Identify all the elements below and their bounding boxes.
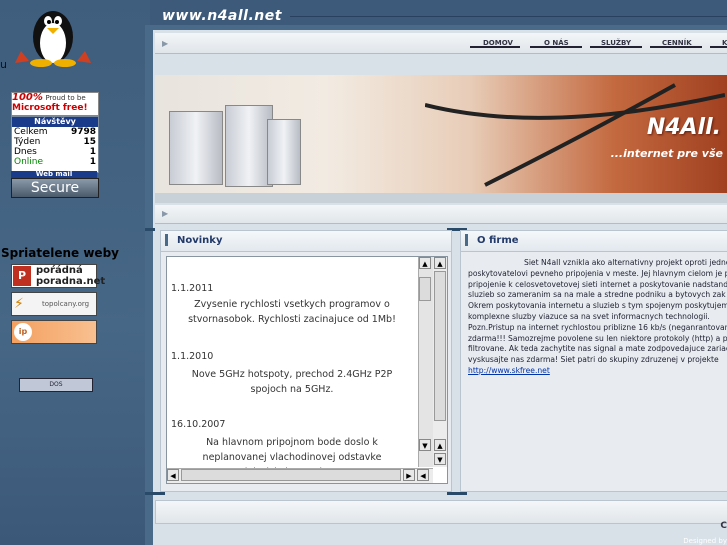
counter-key: Celkem: [14, 127, 48, 137]
divider: [145, 492, 165, 495]
counter-row: Celkem 9798: [12, 127, 98, 137]
scroll-up-icon[interactable]: ▲: [434, 439, 446, 451]
poradna-icon: P: [13, 266, 31, 286]
news-panel-header: Novinky: [161, 231, 451, 252]
counter-value: 9798: [70, 127, 96, 137]
globe-icon: ip: [14, 323, 32, 341]
server-image: [225, 105, 273, 187]
firm-line: pripojenie k celosvetovetovej sieti inte…: [468, 279, 727, 289]
counter-value: 1: [89, 157, 96, 167]
nav-underline: [710, 46, 727, 48]
news-scroll-box[interactable]: 1.1.2011 Zvysenie rychlosti vsetkych pro…: [166, 256, 448, 484]
visitor-counter: Návštěvy Celkem 9798 Týden 15 Dnes 1 Online…: [11, 116, 99, 173]
scroll-thumb[interactable]: [181, 469, 401, 481]
news-date: 1.1.2011: [171, 283, 214, 294]
cut-letter: C: [720, 521, 727, 531]
friend-banner-topolcany[interactable]: ⚡ topolcany.org: [11, 292, 97, 316]
friends-title: Spriatelene weby: [1, 246, 119, 260]
inner-vertical-scrollbar[interactable]: ▲ ▼: [418, 257, 433, 467]
counter-value: 1: [89, 147, 96, 157]
firm-line: Okrem poskytovania internetu a sluzieb s…: [468, 301, 727, 311]
cut-letter: u: [0, 58, 7, 71]
firm-line: zdarma!!! Samozrejme povolene su len nie…: [468, 333, 727, 343]
dos-badge[interactable]: DOS: [19, 378, 93, 392]
news-title: Novinky: [177, 235, 223, 246]
scroll-up-icon[interactable]: ▲: [419, 257, 431, 269]
news-content: 1.1.2011 Zvysenie rychlosti vsetkych pro…: [167, 257, 417, 478]
nav-underline: [530, 46, 582, 48]
news-text: Zvysenie rychlosti vsetkych programov o …: [188, 299, 396, 325]
microsoft-free-badge[interactable]: 100% Proud to be Microsoft free!: [11, 92, 99, 116]
banner-bottom-strip: [155, 193, 727, 203]
scroll-thumb[interactable]: [419, 277, 431, 301]
scroll-up-icon[interactable]: ▲: [434, 257, 446, 269]
friend-line1: poŕádná: [36, 265, 83, 276]
nav-bar: [155, 33, 727, 54]
divider: [290, 16, 727, 17]
panel-marker: [165, 234, 168, 246]
counter-row: Online 1: [12, 157, 98, 167]
counter-row: Dnes 1: [12, 147, 98, 157]
outer-vertical-scrollbar[interactable]: ▲ ▲ ▼: [433, 257, 447, 467]
webmail-link[interactable]: Web mail: [11, 171, 97, 178]
nav-underline: [590, 46, 642, 48]
counter-key: Dnes: [14, 147, 37, 157]
friend-banner-third[interactable]: ip: [11, 320, 97, 344]
server-image: [267, 119, 301, 185]
banner-brand: N4All.: [646, 115, 721, 140]
firm-description: Siet N4all vznikla ako alternativny proj…: [468, 258, 727, 377]
bottom-bar: [155, 500, 727, 524]
counter-row: Týden 15: [12, 137, 98, 147]
badge-proud: Proud to be: [45, 94, 86, 102]
divider: [447, 492, 467, 495]
counter-header: Návštěvy: [12, 117, 98, 127]
designed-by: Designed by: [683, 537, 727, 545]
horizontal-scrollbar[interactable]: ◀ ▶ ◀: [167, 468, 433, 483]
scroll-left-icon[interactable]: ◀: [417, 469, 429, 481]
skfree-link[interactable]: http://www.skfree.net: [468, 366, 727, 377]
news-text: Nove 5GHz hotspoty, prechod 2.4GHz P2P s…: [191, 369, 393, 395]
nav-underline: [650, 46, 702, 48]
scroll-down-icon[interactable]: ▼: [434, 453, 446, 465]
firm-panel-header: O firme: [461, 231, 727, 252]
scroll-thumb[interactable]: [434, 271, 446, 421]
site-title: www.n4all.net: [162, 8, 282, 24]
secondary-bar: [155, 205, 727, 224]
divider: [145, 228, 155, 231]
secure-button[interactable]: Secure: [11, 178, 99, 198]
firm-line: sluzieb so zameranim sa na male a stredn…: [468, 290, 726, 300]
server-image: [169, 111, 223, 185]
counter-key: Online: [14, 157, 44, 167]
firm-line: filtrovane. Ak teda zachytite nas signal…: [468, 344, 727, 354]
friend-label: topolcany.org: [42, 300, 90, 308]
badge-label: Microsoft free!: [12, 103, 88, 113]
counter-value: 15: [83, 137, 96, 147]
scroll-down-icon[interactable]: ▼: [419, 439, 431, 451]
counter-key: Týden: [14, 137, 41, 147]
panel-marker: [465, 234, 468, 246]
firm-line: vyskusajte nas zdarma! Siet patri do sku…: [468, 355, 719, 365]
hero-banner: N4All. ...internet pre vše: [155, 75, 727, 193]
firm-line: Pozn.Pristup na internet rychlostou prib…: [468, 322, 727, 332]
tower-icon: ⚡: [14, 296, 24, 312]
scroll-right-icon[interactable]: ▶: [403, 469, 415, 481]
nav-underline: [470, 46, 520, 48]
firm-line: Siet N4all vznikla ako alternativny proj…: [524, 258, 727, 267]
news-date: 16.10.2007: [171, 419, 226, 430]
news-date: 1.1.2010: [171, 351, 214, 362]
banner-tagline: ...internet pre vše: [610, 147, 723, 160]
play-arrow-icon: ▶: [162, 209, 169, 218]
badge-percent: 100%: [12, 92, 43, 103]
tux-penguin-logo: [15, 11, 91, 67]
firm-line: komplexne sluzby viazuce sa na svet info…: [468, 311, 710, 321]
scroll-left-icon[interactable]: ◀: [167, 469, 179, 481]
friend-line2: poradna.net: [36, 276, 106, 287]
friend-banner-poradna[interactable]: P poŕádná poradna.net: [11, 264, 105, 288]
firm-title: O firme: [477, 235, 519, 246]
play-arrow-icon: ▶: [162, 39, 169, 48]
firm-line: poskytovatelovi pevneho pripojenia v mes…: [468, 268, 727, 278]
